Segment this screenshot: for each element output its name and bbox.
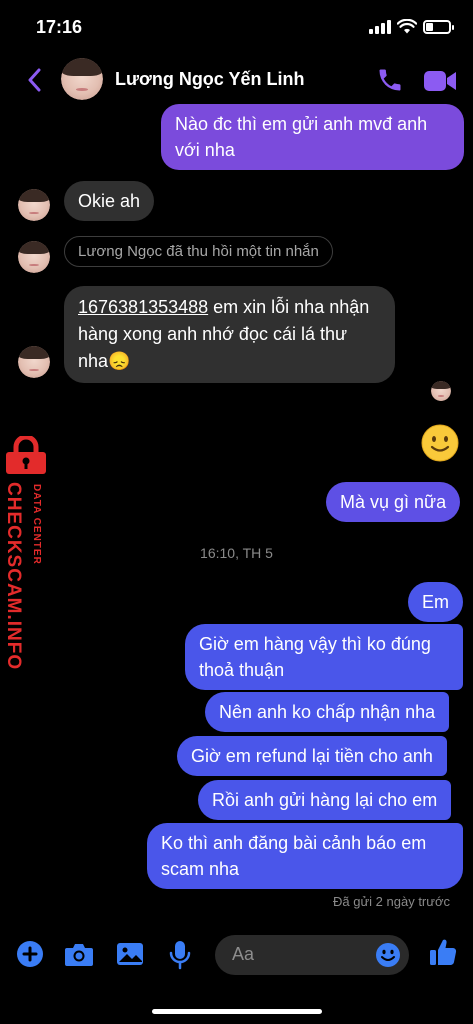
message-text: Giờ em refund lại tiền cho anh: [191, 746, 433, 766]
message-composer: [0, 930, 473, 982]
seen-indicator-avatar: [431, 381, 451, 401]
message-outgoing[interactable]: Rồi anh gửi hàng lại cho em: [198, 780, 452, 820]
camera-button[interactable]: [64, 940, 94, 970]
message-outgoing[interactable]: Nào đc thì em gửi anh mvđ anh với nha: [161, 104, 464, 170]
message-text: Rồi anh gửi hàng lại cho em: [212, 790, 438, 810]
phone-icon: [379, 69, 401, 91]
message-outgoing[interactable]: Giờ em hàng vậy thì ko đúng thoả thuận: [185, 624, 463, 690]
message-text: Okie ah: [78, 191, 141, 211]
thumbs-up-icon: [430, 939, 457, 965]
watermark-title: CHECKSCAM.INFO: [3, 482, 24, 671]
contact-avatar[interactable]: [61, 58, 103, 100]
watermark-subtitle: DATA CENTER: [31, 484, 42, 565]
back-button[interactable]: [22, 66, 46, 94]
smile-emoji-message[interactable]: [421, 424, 459, 462]
message-input-container: [215, 935, 409, 975]
status-bar: 17:16: [0, 0, 473, 56]
sender-avatar: [18, 346, 50, 378]
home-indicator: [152, 1009, 322, 1014]
voice-message-button[interactable]: [167, 940, 197, 970]
like-button[interactable]: [428, 937, 458, 967]
video-icon: [424, 71, 456, 91]
lock-icon: [6, 436, 46, 474]
camera-icon: [65, 944, 93, 966]
image-icon: [117, 943, 143, 965]
conversation-timestamp: 16:10, TH 5: [200, 545, 273, 561]
message-outgoing[interactable]: Em: [408, 582, 463, 622]
recalled-message-notice: Lương Ngọc đã thu hồi một tin nhắn: [64, 236, 333, 267]
message-outgoing[interactable]: Ko thì anh đăng bài cảnh báo em scam nha: [147, 823, 463, 889]
message-outgoing[interactable]: Giờ em refund lại tiền cho anh: [177, 736, 447, 776]
sender-avatar: [18, 189, 50, 221]
message-text: Nên anh ko chấp nhận nha: [219, 702, 436, 722]
message-text: Mà vụ gì nữa: [340, 492, 447, 512]
sent-status: Đã gửi 2 ngày trước: [333, 894, 450, 909]
status-icons: [369, 19, 454, 34]
message-text: Giờ em hàng vậy thì ko đúng thoả thuận: [199, 634, 431, 680]
add-button[interactable]: [16, 940, 46, 970]
message-incoming[interactable]: 1676381353488 em xin lỗi nha nhận hàng x…: [64, 286, 395, 383]
contact-name[interactable]: Lương Ngọc Yến Linh: [115, 69, 305, 90]
microphone-icon: [169, 941, 191, 970]
cellular-signal-icon: [369, 19, 391, 34]
plus-icon: [17, 941, 43, 967]
message-input[interactable]: [232, 944, 362, 965]
emoji-icon[interactable]: [375, 942, 401, 968]
watermark: CHECKSCAM.INFO DATA CENTER: [0, 436, 52, 676]
message-incoming[interactable]: Okie ah: [64, 181, 155, 221]
message-outgoing[interactable]: Mà vụ gì nữa: [326, 482, 461, 522]
video-call-button[interactable]: [423, 68, 457, 94]
back-chevron-icon: [28, 68, 41, 92]
gallery-button[interactable]: [116, 940, 146, 970]
conversation-header: Lương Ngọc Yến Linh: [0, 52, 473, 108]
sender-avatar: [18, 241, 50, 273]
message-text: Nào đc thì em gửi anh mvđ anh với nha: [175, 114, 428, 160]
message-outgoing[interactable]: Nên anh ko chấp nhận nha: [205, 692, 450, 732]
voice-call-button[interactable]: [376, 66, 404, 94]
message-link[interactable]: 1676381353488: [78, 297, 208, 317]
wifi-icon: [397, 19, 417, 34]
message-text: Ko thì anh đăng bài cảnh báo em scam nha: [161, 833, 427, 879]
status-time: 17:16: [36, 17, 83, 37]
message-text: Em: [422, 592, 449, 612]
battery-icon: [423, 19, 454, 34]
